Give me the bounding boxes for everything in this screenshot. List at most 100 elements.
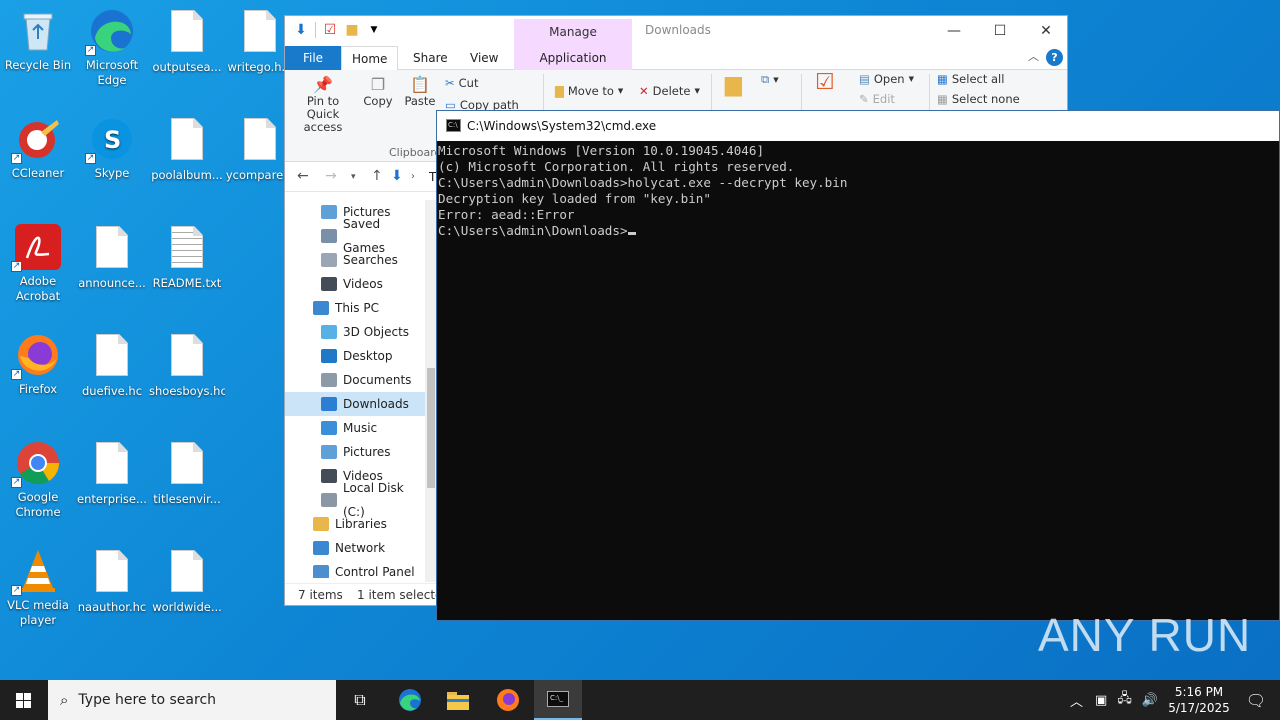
cmd-title-bar[interactable]: C:\ C:\Windows\System32\cmd.exe [437,111,1279,141]
tree-item-local-disk[interactable]: Local Disk (C:) [285,481,425,519]
meet-now-icon[interactable]: ▣ [1095,693,1107,708]
tree-item-music[interactable]: Music [285,416,425,440]
desktop-icon-file[interactable]: titlesenvir... [149,440,225,507]
ribbon-tabs: File Home Share View Application Tools ︿… [285,46,1067,89]
chevron-down-icon: ▼ [694,87,700,95]
desktop-icon-file[interactable]: poolalbum... [149,116,225,183]
desktop-icon-readme[interactable]: README.txt [149,224,225,291]
desktop-icon-recycle-bin[interactable]: Recycle Bin [0,8,76,73]
open-button[interactable]: ▤ Open ▼ [859,72,914,86]
desktop-icon-file[interactable]: duefive.hc [74,332,150,399]
desktop-icon-file[interactable]: shoesboys.hc [149,332,225,399]
console-prompt-line[interactable]: C:\Users\admin\Downloads> [438,223,1278,239]
button-label: Select none [951,92,1020,106]
recent-locations-chevron-icon[interactable]: ▾ [351,172,356,182]
desktop-icon-file[interactable]: announce... [74,224,150,291]
edit-icon: ✎ [859,92,869,106]
taskbar-edge-button[interactable] [386,680,434,720]
tree-item-saved-games[interactable]: Saved Games [285,217,425,255]
downloads-location-icon: ⬇ [391,168,403,184]
videos-folder-icon [321,469,337,483]
documents-folder-icon [321,373,337,387]
desktop-icon-label: outputsea... [152,60,222,74]
tree-item-label: Control Panel [335,565,415,578]
forward-arrow-icon[interactable]: → [325,168,337,184]
taskbar-cmd-button[interactable]: C:\_ [534,680,582,720]
up-arrow-icon[interactable]: ↑ [371,168,383,184]
breadcrumb-chevron-icon[interactable]: › [411,171,415,182]
properties-button[interactable]: ☑ [815,72,835,94]
tree-item-desktop[interactable]: Desktop [285,344,425,368]
pictures-folder-icon [321,445,337,459]
taskbar-search-box[interactable]: ⌕ Type here to search [48,680,336,720]
tree-item-videos[interactable]: Videos [285,272,425,296]
desktop-icon-label: worldwide... [152,600,222,614]
desktop-icon-google-chrome[interactable]: ↗ Google Chrome [0,440,76,520]
tree-item-pictures[interactable]: Pictures [285,440,425,464]
taskbar-file-explorer-button[interactable] [434,680,482,720]
desktop-icon-vlc[interactable]: ↗ VLC media player [0,548,76,628]
desktop-icon-ccleaner[interactable]: ↗ CCleaner [0,116,76,181]
show-hidden-icons-chevron-icon[interactable]: ︿ [1070,691,1083,710]
desktop-icon-file[interactable]: worldwide... [149,548,225,615]
task-view-button[interactable]: ⧉ [336,680,384,720]
desktop-icon-file[interactable]: enterprise... [74,440,150,507]
new-folder-icon[interactable]: ■ [344,22,360,38]
taskbar-clock[interactable]: 5:16 PM 5/17/2025 [1164,684,1234,716]
command-prompt-window[interactable]: C:\ C:\Windows\System32\cmd.exe Microsof… [436,110,1280,621]
tree-item-documents[interactable]: Documents [285,368,425,392]
paste-button[interactable]: 📋 Paste [403,77,437,108]
select-none-button[interactable]: ▦ Select none [937,92,1020,106]
properties-icon[interactable]: ☑ [322,22,338,38]
chevron-down-icon: ▼ [908,75,914,83]
new-folder-button[interactable]: ▆ [725,74,742,96]
desktop-icon-edge[interactable]: ↗ Microsoft Edge [74,8,150,88]
minimize-button[interactable]: — [931,16,977,46]
explorer-title-bar[interactable]: ⬇ ☑ ■ ▼ Manage Downloads — ☐ ✕ [285,16,1067,46]
start-button[interactable] [0,680,48,720]
copy-button[interactable]: ❐ Copy [363,77,393,108]
new-item-button[interactable]: ⧉ ▼ [761,72,779,87]
tab-home[interactable]: Home [341,46,399,71]
desktop-icon-label: Recycle Bin [4,58,72,72]
desktop-icon-file[interactable]: outputsea... [149,8,225,75]
cut-button[interactable]: ✂ Cut [445,76,478,90]
edit-button[interactable]: ✎ Edit [859,92,895,106]
tab-file[interactable]: File [285,46,341,70]
clock-time: 5:16 PM [1174,685,1224,699]
firefox-icon [497,689,519,711]
tab-view[interactable]: View [460,46,508,70]
desktop-icon-adobe-acrobat[interactable]: ↗ Adobe Acrobat [0,224,76,304]
tree-item-this-pc[interactable]: This PC [285,296,425,320]
taskbar-firefox-button[interactable] [484,680,532,720]
scrollbar-thumb[interactable] [427,368,435,488]
notifications-button[interactable]: 🗨 [1232,680,1280,720]
tab-share[interactable]: Share [403,46,458,70]
document-icon [171,10,203,52]
desktop-icon-skype[interactable]: S ↗ Skype [74,116,150,181]
tree-item-network[interactable]: Network [285,536,425,560]
console-output[interactable]: Microsoft Windows [Version 10.0.19045.40… [437,141,1279,241]
pin-to-quick-access-button[interactable]: 📌 Pin to Quick access [291,77,355,134]
tree-item-downloads[interactable]: Downloads [285,392,425,416]
delete-button[interactable]: ✕ Delete ▼ [639,84,700,98]
text-cursor [627,232,636,235]
maximize-button[interactable]: ☐ [977,16,1023,46]
tree-item-3d-objects[interactable]: 3D Objects [285,320,425,344]
back-arrow-icon[interactable]: ← [297,168,309,184]
volume-icon[interactable]: 🔊 [1142,693,1158,708]
select-all-button[interactable]: ▦ Select all [937,72,1004,86]
help-icon[interactable]: ? [1046,49,1063,66]
tab-application-tools[interactable]: Application Tools [514,46,632,89]
close-button[interactable]: ✕ [1023,16,1069,46]
network-icon[interactable]: 🖧 [1117,689,1132,711]
customize-toolbar-dropdown-icon[interactable]: ▼ [366,22,382,38]
tree-item-control-panel[interactable]: Control Panel [285,560,425,578]
desktop-icon-label: Firefox [18,382,58,396]
manage-contextual-tab[interactable]: Manage [514,19,632,46]
collapse-ribbon-icon[interactable]: ︿ [1028,48,1039,64]
desktop-icon-file[interactable]: naauthor.hc [74,548,150,615]
desktop-icon-firefox[interactable]: ↗ Firefox [0,332,76,397]
move-to-button[interactable]: ▇ Move to ▼ [555,84,623,98]
download-arrow-icon[interactable]: ⬇ [293,22,309,38]
